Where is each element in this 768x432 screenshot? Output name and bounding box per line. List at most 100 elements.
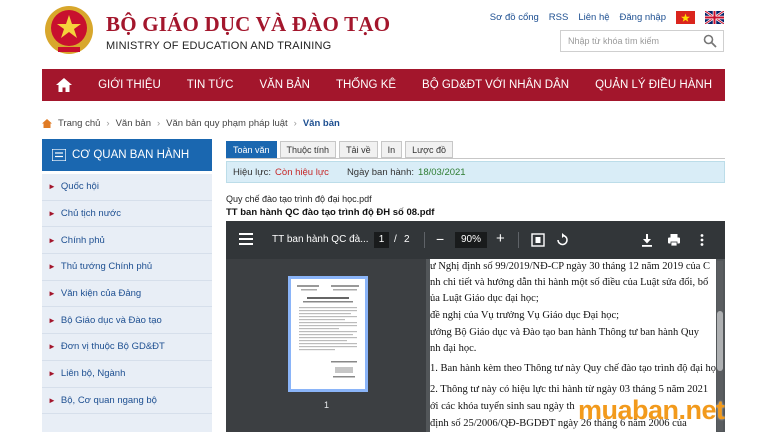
breadcrumb-home[interactable]: Trang chủ (58, 118, 100, 129)
pdf-toolbar: TT ban hành QC đà... 1 / 2 − 90% + (226, 221, 725, 259)
attachment-link-1[interactable]: Quy chế đào tạo trình độ đại học.pdf (226, 194, 372, 204)
doc-line: 2. Thông tư này có hiệu lực thi hành từ … (430, 384, 709, 395)
sidebar-item-label: Chủ tịch nước (60, 208, 122, 220)
sidebar-item-label: Liên bộ, Ngành (60, 368, 126, 380)
sidebar-item-inter-ministry[interactable]: ► Liên bộ, Ngành (42, 361, 212, 388)
breadcrumb-separator: › (293, 118, 297, 129)
chevron-right-icon: ► (48, 369, 56, 379)
home-icon (42, 119, 52, 128)
tab-properties[interactable]: Thuộc tính (279, 141, 337, 158)
sidebar-item-label: Bộ, Cơ quan ngang bộ (60, 394, 157, 406)
doc-line: ưởng Bộ Giáo dục và Đào tạo ban hành Thô… (430, 327, 699, 338)
uk-flag-icon[interactable] (705, 11, 724, 24)
chevron-right-icon: ► (48, 395, 56, 405)
nav-statistics[interactable]: THỐNG KÊ (323, 69, 409, 101)
page-thumbnail[interactable] (288, 276, 368, 392)
nav-ministry-with-people[interactable]: BỘ GD&ĐT VỚI NHÂN DÂN (409, 69, 582, 101)
sidebar-item-label: Đơn vị thuộc Bộ GD&ĐT (60, 341, 165, 353)
home-icon (55, 78, 72, 92)
toolbar-divider (518, 232, 519, 248)
page-separator: / (394, 234, 397, 245)
watermark-logo: muaban.net (578, 395, 725, 425)
sidebar-item-label: Thủ tướng Chính phủ (60, 261, 153, 273)
rss-link[interactable]: RSS (549, 12, 569, 23)
thumbnail-panel: 1 (226, 259, 426, 432)
chevron-right-icon: ► (48, 262, 56, 272)
fit-page-icon[interactable] (531, 233, 545, 247)
doc-line: ư Nghị định số 99/2019/NĐ-CP ngày 30 thá… (430, 261, 711, 272)
breadcrumb-separator: › (157, 118, 161, 129)
breadcrumb-current: Văn bản (302, 118, 340, 129)
doc-line: nh chi tiết và hướng dẫn thi hành một số… (430, 277, 709, 288)
sidebar-item-label: Bộ Giáo dục và Đào tạo (60, 314, 162, 326)
chevron-right-icon: ► (48, 235, 56, 245)
sidebar-item-government[interactable]: ► Chính phủ (42, 227, 212, 255)
sidebar-heading: CƠ QUAN BAN HÀNH (42, 139, 212, 171)
sidebar-item-ministry[interactable]: ► Bộ Giáo dục và Đào tạo (42, 307, 212, 335)
sidebar-list: ► Quốc hội ► Chủ tịch nước ► Chính phủ ► Thủ… (42, 174, 212, 432)
nav-documents[interactable]: VĂN BẢN (246, 69, 323, 101)
validity-value: Còn hiệu lực (275, 166, 329, 178)
list-icon (52, 149, 66, 161)
nav-management[interactable]: QUẢN LÝ ĐIỀU HÀNH (582, 69, 725, 101)
attachment-link-2[interactable]: TT ban hành QC đào tạo trình độ ĐH số 08… (226, 207, 434, 218)
zoom-out-button[interactable]: − (436, 231, 444, 247)
breadcrumb-documents[interactable]: Văn bản (116, 118, 151, 129)
sidebar-heading-label: CƠ QUAN BAN HÀNH (72, 149, 190, 161)
tab-diagram[interactable]: Lược đồ (405, 141, 454, 158)
nav-news[interactable]: TIN TỨC (174, 69, 247, 101)
zoom-level-input[interactable]: 90% (455, 232, 487, 248)
pdf-scrollbar-thumb[interactable] (717, 311, 723, 371)
breadcrumb-separator: › (106, 118, 110, 129)
sidebar-item-label: Văn kiện của Đảng (60, 288, 142, 300)
doc-line: nh đại học. (430, 343, 477, 354)
breadcrumb: Trang chủ › Văn bản › Văn bản quy phạm p… (42, 118, 340, 129)
toolbar-divider (424, 232, 425, 248)
validity-label: Hiệu lực: (233, 166, 272, 178)
chevron-right-icon: ► (48, 315, 56, 325)
page: BỘ GIÁO DỤC VÀ ĐÀO TẠO MINISTRY OF EDUCA… (0, 0, 768, 432)
sidebar-item-ministry-units[interactable]: ► Đơn vị thuộc Bộ GD&ĐT (42, 334, 212, 361)
sidebar-item-party-documents[interactable]: ► Văn kiện của Đảng (42, 281, 212, 308)
doc-line: 1. Ban hành kèm theo Thông tư này Quy ch… (430, 363, 716, 374)
tab-full-text[interactable]: Toàn văn (226, 141, 277, 158)
sidebar-item-ministerial-agencies[interactable]: ► Bộ, Cơ quan ngang bộ (42, 388, 212, 415)
contact-link[interactable]: Liên hệ (578, 12, 609, 23)
zoom-in-button[interactable]: + (496, 230, 505, 247)
rotate-icon[interactable] (555, 233, 569, 247)
vietnam-flag-icon[interactable] (676, 11, 695, 24)
print-icon[interactable] (667, 233, 681, 247)
more-options-icon[interactable] (695, 233, 709, 247)
site-subtitle: MINISTRY OF EDUCATION AND TRAINING (106, 40, 332, 52)
sidebar-item-label: Chính phủ (60, 234, 105, 246)
doc-line: ới các khóa tuyển sinh sau ngày th (430, 401, 575, 412)
nav-about[interactable]: GIỚI THIỆU (85, 69, 174, 101)
search-input[interactable] (561, 31, 697, 51)
home-button[interactable] (42, 69, 85, 101)
main-nav: GIỚI THIỆU TIN TỨC VĂN BẢN THỐNG KÊ BỘ G… (42, 69, 725, 101)
sidebar-item-president[interactable]: ► Chủ tịch nước (42, 201, 212, 228)
search-box (560, 30, 724, 52)
menu-icon[interactable] (239, 233, 253, 245)
page-number-input[interactable]: 1 (374, 232, 389, 248)
page-total: 2 (404, 234, 410, 245)
sidebar-item-prime-minister[interactable]: ► Thủ tướng Chính phủ (42, 254, 212, 281)
sitemap-link[interactable]: Sơ đồ cổng (490, 12, 539, 23)
chevron-right-icon: ► (48, 289, 56, 299)
tab-print[interactable]: In (380, 141, 403, 158)
doc-line: ủa Luật Giáo dục đại học; (430, 293, 539, 304)
breadcrumb-legal-documents[interactable]: Văn bản quy phạm pháp luật (166, 118, 287, 129)
document-tabs: Toàn văn Thuộc tính Tải về In Lược đồ (226, 141, 454, 158)
issued-date-value: 18/03/2021 (418, 166, 466, 178)
national-emblem-logo[interactable] (44, 3, 94, 57)
status-bar: Hiệu lực: Còn hiệu lực Ngày ban hành: 18… (226, 161, 725, 183)
pdf-title: TT ban hành QC đà... (272, 234, 369, 245)
chevron-right-icon: ► (48, 209, 56, 219)
top-links: Sơ đồ cổng RSS Liên hệ Đăng nhập (490, 11, 724, 24)
search-icon[interactable] (703, 34, 717, 48)
login-link[interactable]: Đăng nhập (620, 12, 666, 23)
tab-download[interactable]: Tải về (339, 141, 378, 158)
sidebar-item-national-assembly[interactable]: ► Quốc hội (42, 174, 212, 201)
doc-line: đề nghị của Vụ trưởng Vụ Giáo dục Đại họ… (430, 310, 620, 321)
download-icon[interactable] (640, 233, 654, 247)
